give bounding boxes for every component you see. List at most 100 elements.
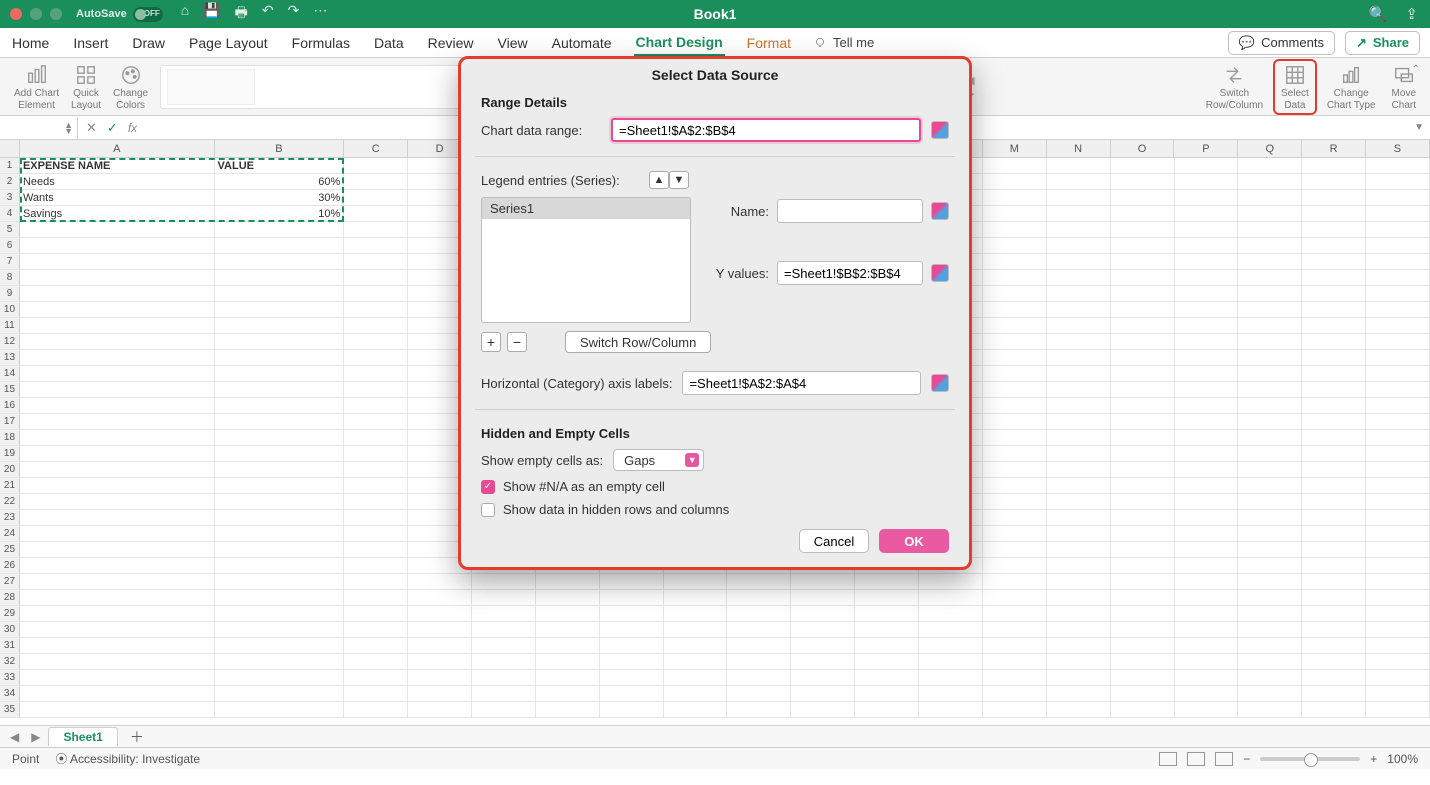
cell[interactable] (20, 686, 215, 702)
cell[interactable] (1366, 286, 1430, 302)
page-break-view-icon[interactable] (1215, 752, 1233, 766)
cell[interactable] (1047, 494, 1111, 510)
cell[interactable] (472, 622, 536, 638)
range-picker-icon[interactable] (931, 121, 949, 139)
column-header[interactable]: B (215, 140, 345, 157)
row-header[interactable]: 2 (0, 174, 20, 190)
cell[interactable] (1302, 542, 1366, 558)
row-header[interactable]: 34 (0, 686, 20, 702)
cell[interactable] (344, 382, 408, 398)
cell[interactable] (600, 654, 664, 670)
cell[interactable] (983, 526, 1047, 542)
cell[interactable] (20, 398, 215, 414)
cell[interactable] (1302, 414, 1366, 430)
cell[interactable] (215, 526, 345, 542)
cell[interactable] (1111, 302, 1175, 318)
row-header[interactable]: 19 (0, 446, 20, 462)
cell[interactable] (20, 478, 215, 494)
cell[interactable] (1175, 670, 1239, 686)
cell[interactable] (1047, 286, 1111, 302)
cell[interactable] (20, 286, 215, 302)
cell[interactable] (1175, 558, 1239, 574)
cell[interactable] (600, 686, 664, 702)
cell[interactable] (20, 350, 215, 366)
cell[interactable] (472, 702, 536, 718)
cell[interactable] (1302, 158, 1366, 174)
cell[interactable] (983, 382, 1047, 398)
cell[interactable] (664, 622, 728, 638)
cell[interactable] (215, 318, 345, 334)
cell[interactable] (1238, 350, 1302, 366)
cell[interactable] (1175, 238, 1239, 254)
cell[interactable] (408, 686, 472, 702)
cell[interactable] (1111, 446, 1175, 462)
cell[interactable] (983, 190, 1047, 206)
cell[interactable] (664, 702, 728, 718)
cell[interactable] (983, 670, 1047, 686)
cell[interactable] (1111, 382, 1175, 398)
remove-series-button[interactable]: − (507, 332, 527, 352)
cell[interactable] (1366, 462, 1430, 478)
cell[interactable] (791, 670, 855, 686)
cell[interactable] (344, 366, 408, 382)
cell[interactable] (1238, 302, 1302, 318)
cell[interactable] (791, 638, 855, 654)
cell[interactable] (20, 670, 215, 686)
cell[interactable] (983, 398, 1047, 414)
cell[interactable] (855, 622, 919, 638)
quick-layout-button[interactable]: QuickLayout (65, 63, 107, 111)
cell[interactable] (1047, 462, 1111, 478)
cell[interactable] (983, 638, 1047, 654)
column-header[interactable]: A (20, 140, 215, 157)
cell[interactable] (215, 702, 345, 718)
series-name-input[interactable] (777, 199, 923, 223)
cell[interactable] (408, 590, 472, 606)
row-header[interactable]: 1 (0, 158, 20, 174)
redo-icon[interactable]: ↷ (288, 2, 300, 26)
cell[interactable] (1175, 270, 1239, 286)
cell[interactable] (1366, 302, 1430, 318)
series-name-picker-icon[interactable] (931, 202, 949, 220)
cell[interactable] (215, 478, 345, 494)
cell[interactable] (1302, 334, 1366, 350)
cell[interactable]: 30% (215, 190, 345, 206)
row-header[interactable]: 28 (0, 590, 20, 606)
cell[interactable] (20, 606, 215, 622)
cell[interactable] (20, 254, 215, 270)
cell[interactable] (664, 654, 728, 670)
cell[interactable] (1238, 542, 1302, 558)
cell[interactable] (1111, 366, 1175, 382)
cell[interactable] (1302, 286, 1366, 302)
autosave-toggle[interactable]: AutoSave OFF (76, 7, 163, 22)
cell[interactable] (855, 670, 919, 686)
cell[interactable] (1175, 478, 1239, 494)
comments-button[interactable]: 💬Comments (1228, 31, 1335, 55)
show-hidden-checkbox[interactable] (481, 503, 495, 517)
cancel-button[interactable]: Cancel (799, 529, 869, 553)
cell[interactable]: 60% (215, 174, 345, 190)
cell[interactable] (664, 686, 728, 702)
cell[interactable] (344, 686, 408, 702)
tell-me[interactable]: Tell me (813, 35, 874, 50)
row-header[interactable]: 21 (0, 478, 20, 494)
cell[interactable] (344, 494, 408, 510)
cell[interactable] (1366, 510, 1430, 526)
cell[interactable] (344, 206, 408, 222)
cell[interactable] (344, 670, 408, 686)
cell[interactable] (1238, 398, 1302, 414)
cell[interactable] (983, 654, 1047, 670)
cell[interactable] (472, 654, 536, 670)
cell[interactable] (1302, 302, 1366, 318)
cell[interactable] (664, 606, 728, 622)
zoom-out-button[interactable]: − (1243, 752, 1250, 766)
cell[interactable] (1175, 222, 1239, 238)
cell[interactable] (983, 366, 1047, 382)
cell[interactable] (855, 638, 919, 654)
cell[interactable] (983, 206, 1047, 222)
cell[interactable] (983, 334, 1047, 350)
cell[interactable] (344, 302, 408, 318)
cell[interactable] (1302, 574, 1366, 590)
row-header[interactable]: 23 (0, 510, 20, 526)
cell[interactable] (1111, 510, 1175, 526)
cell[interactable] (1175, 302, 1239, 318)
